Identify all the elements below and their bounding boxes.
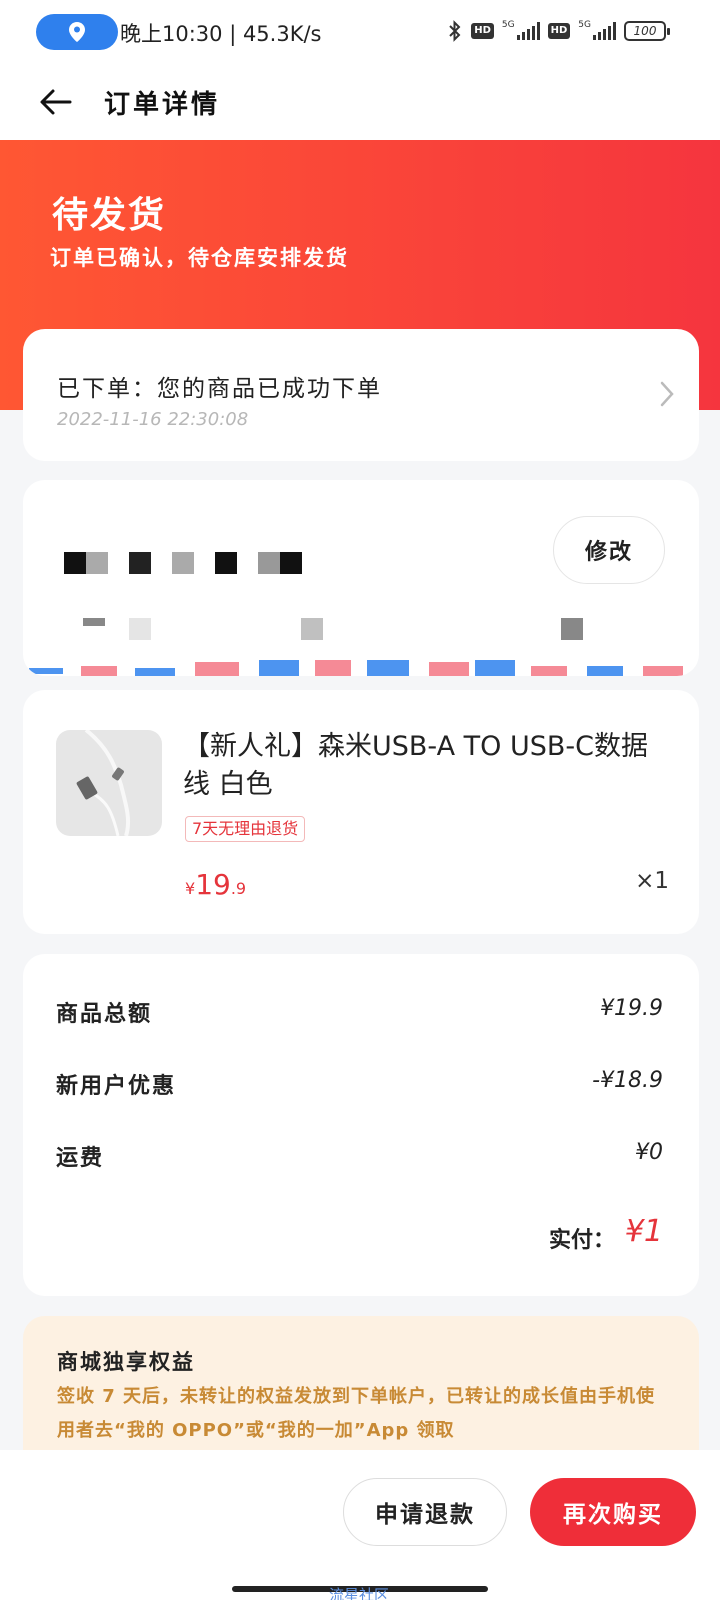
hero-subtitle: 订单已确认，待仓库安排发货	[50, 246, 349, 270]
shipping-address-card[interactable]: 修改	[23, 480, 699, 676]
battery-icon: 100	[624, 21, 670, 41]
airmail-border	[23, 660, 699, 676]
usb-cable-icon	[76, 730, 131, 836]
edit-address-button[interactable]: 修改	[553, 516, 665, 584]
watermark-text: 流星社区	[329, 1586, 390, 1600]
status-icons: HD 5G HD 5G 100	[447, 20, 670, 42]
order-status-line: 已下单：您的商品已成功下单	[57, 376, 382, 402]
hd-icon: HD	[471, 23, 494, 39]
hero-title: 待发货	[52, 195, 167, 236]
paid-label: 实付：	[548, 1228, 615, 1253]
price-integer: 19	[195, 868, 231, 901]
benefit-title: 商城独享权益	[57, 1350, 195, 1374]
page-header: 订单详情	[0, 64, 720, 140]
request-refund-button[interactable]: 申请退款	[343, 1478, 507, 1546]
page-title: 订单详情	[104, 90, 221, 120]
redacted-address-name	[64, 552, 324, 576]
bluetooth-icon	[449, 20, 461, 42]
summary-value-discount: -¥18.9	[592, 1068, 663, 1093]
status-bar: 晚上10:30 | 45.3K/s HD 5G HD 5G 100	[0, 0, 720, 64]
product-quantity: ×1	[635, 868, 669, 894]
summary-label-shipping: 运费	[56, 1146, 105, 1171]
network-type-label-2: 5G	[578, 20, 591, 30]
paid-amount: ¥1	[624, 1214, 663, 1249]
buy-again-button[interactable]: 再次购买	[530, 1478, 696, 1546]
chevron-right-icon	[660, 381, 674, 407]
return-policy-badge: 7天无理由退货	[185, 816, 306, 842]
price-summary-card: 商品总额 ¥19.9 新用户优惠 -¥18.9 运费 ¥0 实付： ¥1	[23, 954, 699, 1296]
product-card[interactable]: 【新人礼】森米USB-A TO USB-C数据线 白色 7天无理由退货 ¥19.…	[23, 690, 699, 934]
network-type-label: 5G	[501, 20, 515, 30]
hd-icon-2: HD	[547, 23, 571, 39]
summary-value-shipping: ¥0	[635, 1140, 663, 1165]
summary-label-discount: 新用户优惠	[56, 1074, 177, 1099]
product-price: ¥19.9	[185, 868, 246, 901]
summary-value-subtotal: ¥19.9	[600, 996, 663, 1021]
signal-icon	[516, 22, 540, 40]
status-time-speed: 晚上10:30 | 45.3K/s	[120, 22, 322, 46]
summary-label-subtotal: 商品总额	[56, 1002, 153, 1027]
signal-icon-2	[593, 22, 616, 40]
benefit-description: 签收 7 天后，未转让的权益发放到下单帐户，已转让的成长值由手机使用者去“我的 …	[57, 1386, 656, 1441]
product-title[interactable]: 【新人礼】森米USB-A TO USB-C数据线 白色	[183, 728, 673, 804]
order-progress-card[interactable]: 已下单：您的商品已成功下单 2022-11-16 22:30:08	[23, 329, 699, 461]
product-image[interactable]	[56, 730, 162, 836]
redacted-address-detail	[83, 618, 643, 642]
order-status-time: 2022-11-16 22:30:08	[57, 409, 249, 430]
back-arrow-icon[interactable]	[36, 82, 76, 122]
location-indicator[interactable]	[36, 14, 118, 50]
price-currency: ¥	[185, 879, 196, 898]
bottom-action-bar: 申请退款 再次购买 流星社区	[0, 1450, 720, 1600]
price-decimal: .9	[230, 879, 247, 898]
location-pin-icon	[69, 22, 85, 42]
